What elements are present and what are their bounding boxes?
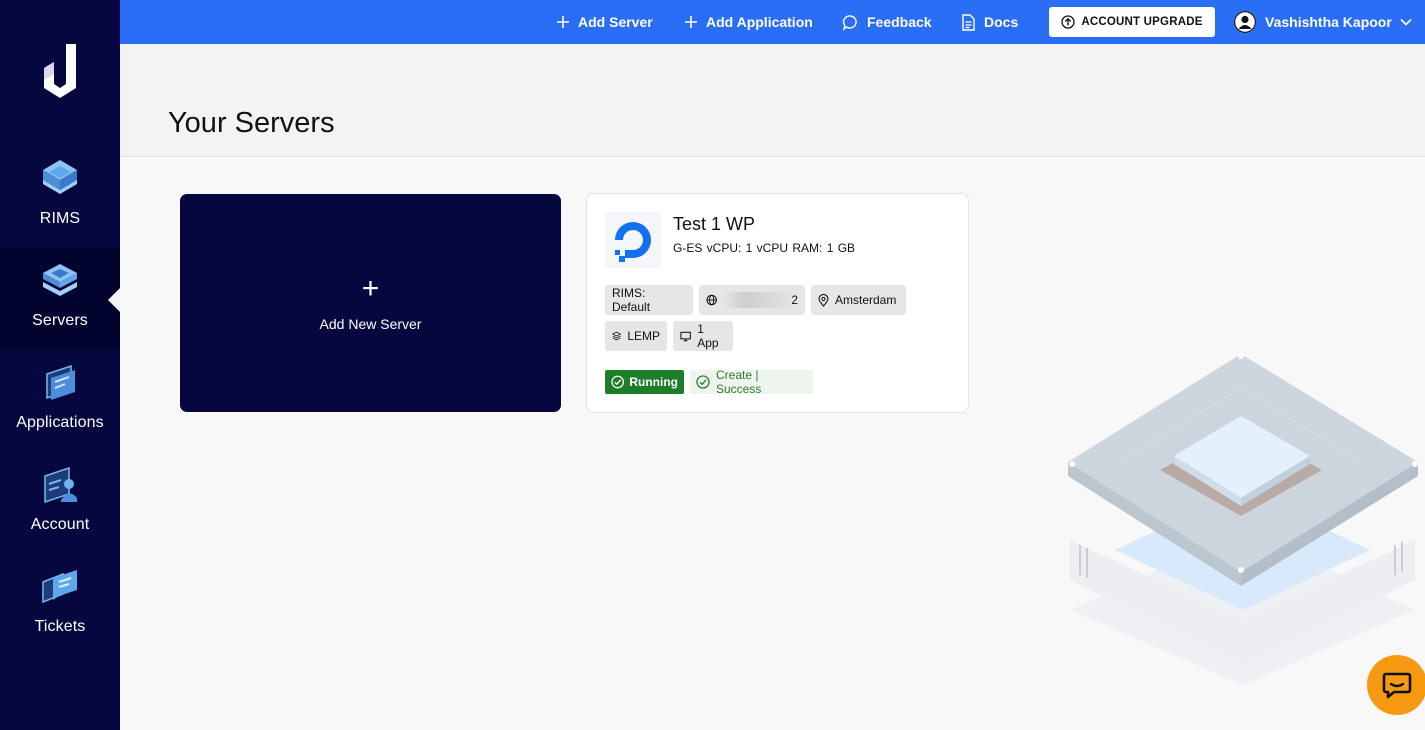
layers-icon <box>612 331 622 341</box>
ip-address-tag[interactable]: 2 <box>699 285 805 315</box>
chat-icon <box>1382 672 1412 699</box>
chat-bubble-icon <box>842 14 857 31</box>
page-title: Your Servers <box>168 107 335 139</box>
sidebar-item-rims[interactable]: RIMS <box>0 146 120 248</box>
ip-address-redacted <box>723 292 796 308</box>
server-illustration <box>1068 353 1418 685</box>
digitalocean-logo-icon <box>605 212 661 268</box>
location-pin-icon <box>818 293 829 307</box>
check-circle-icon <box>611 375 625 389</box>
server-name[interactable]: Test 1 WP <box>673 214 755 235</box>
page-header: Your Servers <box>120 44 1425 157</box>
stack-tag: LEMP <box>605 321 667 351</box>
avatar <box>1234 11 1256 33</box>
apps-count-tag[interactable]: 1 App <box>673 321 733 351</box>
sidebar-item-servers[interactable]: Servers <box>0 248 120 350</box>
add-new-server-card[interactable]: + Add New Server <box>180 194 561 412</box>
tickets-icon <box>42 570 77 604</box>
arrow-up-circle-icon <box>1061 15 1076 29</box>
account-upgrade-button[interactable]: ACCOUNT UPGRADE <box>1049 7 1215 37</box>
status-badge: Running <box>605 370 684 394</box>
sidebar-item-label: Servers <box>32 312 88 329</box>
sidebar-item-applications[interactable]: Applications <box>0 350 120 452</box>
topbar: Add Server Add Application Feedback Docs… <box>120 0 1425 44</box>
add-server-link[interactable]: Add Server <box>556 0 653 44</box>
add-new-server-label: Add New Server <box>319 316 422 332</box>
globe-icon <box>706 294 717 306</box>
user-menu[interactable]: Vashishtha Kapoor <box>1234 0 1412 44</box>
applications-icon <box>46 364 75 400</box>
sidebar-item-tickets[interactable]: Tickets <box>0 554 120 656</box>
monitor-icon <box>680 331 691 341</box>
operation-status-badge: Create | Success <box>690 368 813 396</box>
plus-icon: + <box>361 272 380 305</box>
chevron-down-icon <box>1400 18 1412 26</box>
sidebar-item-label: Account <box>30 516 90 533</box>
servers-icon <box>43 264 77 296</box>
rims-icon <box>43 160 77 194</box>
location-tag: Amsterdam <box>811 285 906 315</box>
brand-logo[interactable] <box>40 44 80 100</box>
document-icon <box>962 13 975 31</box>
sidebar-item-label: Tickets <box>34 618 86 635</box>
rims-tag: RIMS: Default <box>605 285 693 315</box>
account-icon <box>44 466 77 504</box>
sidebar-item-label: RIMS <box>39 210 81 227</box>
sidebar: RIMS Servers Applications Account Ticket… <box>0 0 120 730</box>
check-circle-icon <box>696 375 710 389</box>
active-indicator <box>108 288 120 312</box>
add-application-link[interactable]: Add Application <box>684 0 813 44</box>
sidebar-item-label: Applications <box>16 414 104 431</box>
docs-link[interactable]: Docs <box>961 0 1018 44</box>
plus-icon <box>557 16 569 28</box>
server-specs: G-ES vCPU: 1 vCPU RAM: 1 GB <box>673 241 856 255</box>
sidebar-item-account[interactable]: Account <box>0 452 120 554</box>
plus-icon <box>685 16 697 28</box>
server-card[interactable]: Test 1 WP G-ES vCPU: 1 vCPU RAM: 1 GB RI… <box>586 193 969 413</box>
live-chat-button[interactable] <box>1367 655 1425 715</box>
user-name: Vashishtha Kapoor <box>1265 14 1392 30</box>
feedback-link[interactable]: Feedback <box>842 0 932 44</box>
